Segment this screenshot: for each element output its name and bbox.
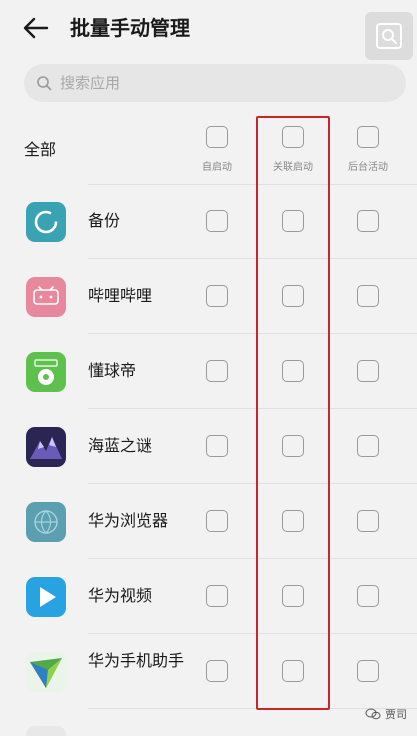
linked-start-checkbox[interactable] xyxy=(282,285,304,307)
app-name: 华为视频 xyxy=(88,586,153,605)
autostart-checkbox[interactable] xyxy=(206,660,228,682)
bilibili-icon xyxy=(26,277,66,317)
search-input[interactable] xyxy=(60,74,360,92)
select-all-autostart-checkbox[interactable] xyxy=(206,126,228,148)
column-label-background: 后台活动 xyxy=(348,162,388,173)
browser-icon xyxy=(26,502,66,542)
linked-start-checkbox[interactable] xyxy=(282,210,304,232)
autostart-checkbox[interactable] xyxy=(206,285,228,307)
linked-start-checkbox[interactable] xyxy=(282,435,304,457)
partial-app-icon xyxy=(26,726,66,736)
back-button[interactable] xyxy=(20,12,52,44)
background-checkbox[interactable] xyxy=(357,435,379,457)
linked-start-checkbox[interactable] xyxy=(282,585,304,607)
watermark-text: 贾司 xyxy=(385,708,407,721)
app-name: 华为浏览器 xyxy=(88,511,169,530)
background-checkbox[interactable] xyxy=(357,360,379,382)
app-name: 华为手机助手 xyxy=(88,651,185,670)
select-all-label: 全部 xyxy=(24,140,57,159)
background-checkbox[interactable] xyxy=(357,285,379,307)
app-row-video: 华为视频 xyxy=(0,559,417,633)
search-icon xyxy=(37,76,52,91)
column-autostart: 自启动 xyxy=(177,126,257,173)
app-row-phone-assistant: 华为手机助手 xyxy=(0,634,417,708)
select-all-row: 全部 自启动 关联启动 后台活动 xyxy=(0,112,417,184)
column-linked-start: 关联启动 xyxy=(253,126,333,173)
app-name: 懂球帝 xyxy=(88,361,137,380)
backup-icon xyxy=(26,202,66,242)
app-row-game: 海蓝之谜 xyxy=(0,409,417,483)
background-checkbox[interactable] xyxy=(357,210,379,232)
app-name: 备份 xyxy=(88,211,121,230)
background-checkbox[interactable] xyxy=(357,660,379,682)
autostart-checkbox[interactable] xyxy=(206,360,228,382)
search-bar[interactable] xyxy=(24,64,406,102)
background-checkbox[interactable] xyxy=(357,585,379,607)
game-icon xyxy=(26,427,66,467)
watermark: 贾司 xyxy=(365,706,407,722)
app-row-backup: 备份 xyxy=(0,184,417,258)
video-icon xyxy=(26,577,66,617)
corner-search-button[interactable] xyxy=(365,12,413,60)
app-row-dongqiudi: 懂球帝 xyxy=(0,334,417,408)
linked-start-checkbox[interactable] xyxy=(282,660,304,682)
wechat-icon xyxy=(365,708,381,720)
linked-start-checkbox[interactable] xyxy=(282,510,304,532)
select-all-linked-start-checkbox[interactable] xyxy=(282,126,304,148)
page-title: 批量手动管理 xyxy=(70,16,190,40)
column-label-autostart: 自启动 xyxy=(202,162,232,173)
linked-start-checkbox[interactable] xyxy=(282,360,304,382)
app-name: 海蓝之谜 xyxy=(88,436,153,455)
autostart-checkbox[interactable] xyxy=(206,435,228,457)
column-background: 后台活动 xyxy=(328,126,408,173)
app-header: 批量手动管理 xyxy=(0,0,417,60)
app-name: 哔哩哔哩 xyxy=(88,286,153,305)
dongqiudi-icon xyxy=(26,352,66,392)
app-row-browser: 华为浏览器 xyxy=(0,484,417,558)
arrow-left-icon xyxy=(23,17,49,39)
background-checkbox[interactable] xyxy=(357,510,379,532)
select-all-background-checkbox[interactable] xyxy=(357,126,379,148)
autostart-checkbox[interactable] xyxy=(206,210,228,232)
phone-assistant-icon xyxy=(26,652,66,692)
search-icon xyxy=(376,23,402,49)
app-row-bilibili: 哔哩哔哩 xyxy=(0,259,417,333)
autostart-checkbox[interactable] xyxy=(206,510,228,532)
autostart-checkbox[interactable] xyxy=(206,585,228,607)
column-label-linked-start: 关联启动 xyxy=(273,162,313,173)
